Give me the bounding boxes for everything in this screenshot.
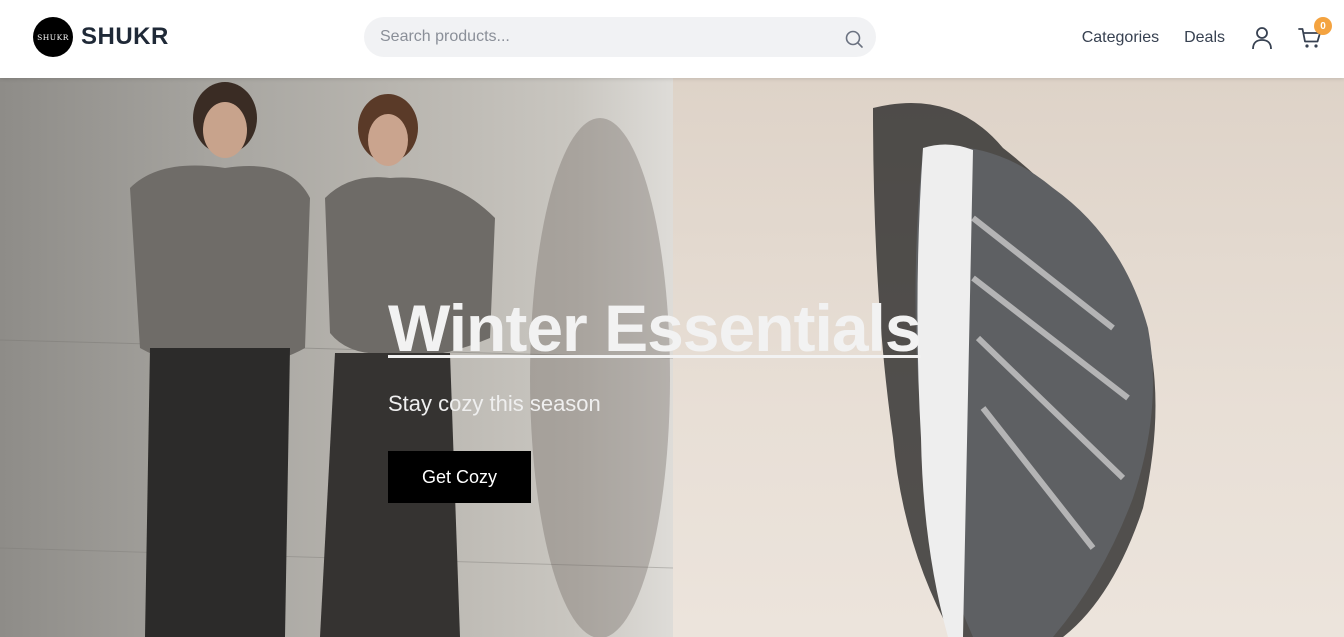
brand-name[interactable]: SHUKR — [81, 23, 169, 51]
nav-categories-link[interactable]: Categories — [1082, 29, 1159, 47]
cart-button[interactable]: 0 — [1298, 17, 1332, 50]
hero-subtitle: Stay cozy this season — [388, 391, 601, 417]
site-header: SHUKR SHUKR Categories Deals 0 — [0, 0, 1344, 78]
main-nav: Categories Deals 0 — [1082, 17, 1332, 54]
search-bar — [364, 17, 876, 57]
brand[interactable]: SHUKR SHUKR — [33, 17, 169, 57]
hero-banner: Winter Essentials Stay cozy this season … — [0, 78, 1344, 637]
search-input[interactable] — [364, 17, 876, 57]
logo[interactable]: SHUKR — [33, 17, 73, 57]
hero-content: Winter Essentials Stay cozy this season … — [388, 291, 922, 504]
user-icon[interactable] — [1250, 26, 1274, 50]
hero-title: Winter Essentials — [388, 291, 922, 365]
search-icon[interactable] — [844, 29, 864, 49]
get-cozy-button[interactable]: Get Cozy — [388, 451, 531, 504]
nav-deals-link[interactable]: Deals — [1184, 29, 1225, 47]
cart-count-badge: 0 — [1314, 17, 1332, 35]
